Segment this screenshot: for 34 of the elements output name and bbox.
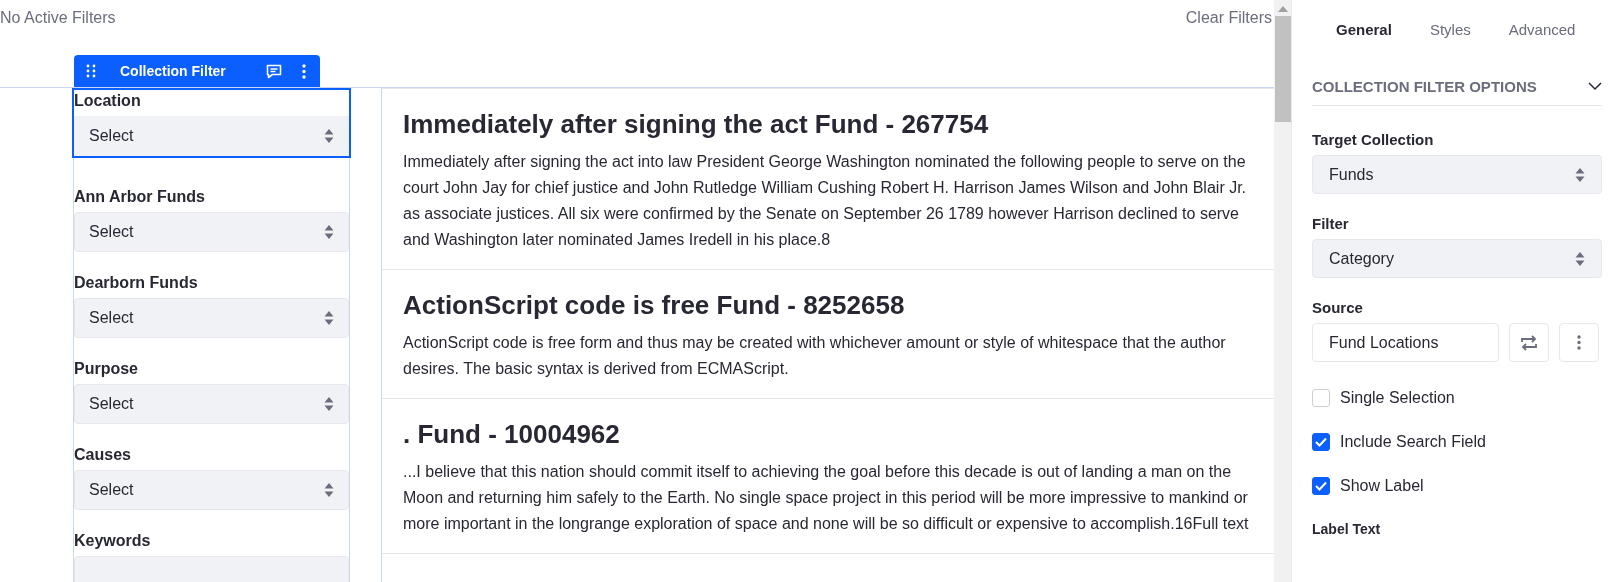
filter-select[interactable]: Select bbox=[74, 384, 349, 424]
field-label: Label Text bbox=[1312, 520, 1382, 538]
filter-label: Location bbox=[74, 91, 142, 111]
clear-filters-link[interactable]: Clear Filters bbox=[1185, 9, 1272, 55]
result-text: Immediately after signing the act into law President George Washington nominated the following people to serve on the court John Jay for chief justice and John Rutledge William Cushing Robert H. Harrison James Wilson and John Blair Jr. as associate justices. All six were confirmed by the Senate on September 26 1789 however Harrison declined to serve and Washington later nominated James Iredell in his place.8 bbox=[403, 152, 1248, 250]
panel-tab[interactable]: Advanced bbox=[1496, 16, 1588, 42]
panel-tab[interactable]: General bbox=[1324, 16, 1404, 42]
filter-label: Dearborn Funds bbox=[74, 273, 199, 293]
filter-label: Ann Arbor Funds bbox=[74, 187, 206, 207]
checkbox-label: Single Selection bbox=[1340, 389, 1455, 407]
panel-tab[interactable]: Styles bbox=[1417, 16, 1483, 42]
fragment-title: Collection Filter bbox=[120, 63, 227, 79]
source-field[interactable]: Fund Locations bbox=[1312, 323, 1499, 362]
field-label: Filter bbox=[1312, 215, 1350, 233]
field-label: Source bbox=[1312, 299, 1364, 317]
section-title: COLLECTION FILTER OPTIONS bbox=[1312, 78, 1537, 95]
filter-select[interactable]: Select bbox=[74, 212, 349, 252]
field-label: Target Collection bbox=[1312, 131, 1435, 149]
filter-label: Keywords bbox=[74, 531, 152, 551]
filter-select[interactable]: Select bbox=[74, 298, 349, 338]
target-collection-select[interactable]: Funds bbox=[1312, 155, 1602, 194]
result-text: ActionScript code is free form and thus may be created with whichever amount or style of whitespace that the author desires. The basic syntax is derived from ECMAScript. bbox=[403, 333, 1227, 379]
result-title: Immediately after signing the act Fund - 267754 bbox=[403, 108, 990, 141]
filter-label: Purpose bbox=[74, 359, 139, 379]
result-title: . Fund - 10004962 bbox=[403, 418, 621, 451]
result-title: ActionScript code is free Fund - 8252658 bbox=[403, 289, 906, 322]
filter-select[interactable]: Select bbox=[74, 116, 349, 156]
result-text: ...I believe that this nation should commit itself to achieving the goal before this decade is out of landing a man on the Moon and returning him safely to the Earth. No single space project in this period will be more impressive to mankind or more important in the longrange exploration of space and none will be so difficult or expensive to accomplish.16Full text bbox=[403, 462, 1250, 534]
filter-select[interactable]: Select bbox=[74, 470, 349, 510]
checkbox-label: Show Label bbox=[1340, 477, 1424, 495]
filter-select[interactable]: Category bbox=[1312, 239, 1602, 278]
checkbox-label: Include Search Field bbox=[1340, 433, 1486, 451]
filter-status: No Active Filters bbox=[0, 9, 116, 28]
filter-label: Causes bbox=[74, 445, 132, 465]
